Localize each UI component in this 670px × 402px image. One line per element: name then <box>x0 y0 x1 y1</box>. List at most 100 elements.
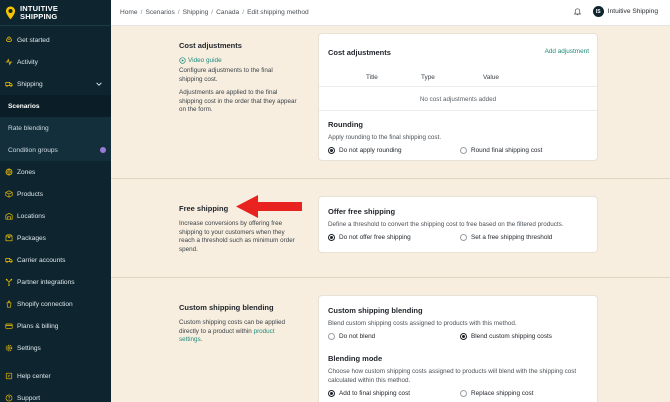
sidebar-item-label: Settings <box>17 344 41 352</box>
cost-adjustments-card: Cost adjustments Add adjustment Title Ty… <box>318 33 598 161</box>
sidebar-subitem-label: Rate blending <box>8 124 49 132</box>
radio-add-to-final-shipping-cost[interactable]: Add to final shipping cost <box>328 390 410 397</box>
column-header-type: Type <box>421 74 435 81</box>
sidebar-item-support[interactable]: Support <box>0 387 111 402</box>
section-title: Cost adjustments <box>179 41 242 50</box>
sidebar: INTUITIVE SHIPPING Get started Activity … <box>0 0 111 402</box>
bell-icon[interactable] <box>573 7 582 16</box>
chevron-down-icon[interactable] <box>95 80 103 88</box>
support-icon <box>4 394 13 402</box>
new-badge <box>100 147 106 153</box>
billing-icon <box>4 322 13 331</box>
sidebar-item-label: Packages <box>17 234 46 242</box>
breadcrumb-home[interactable]: Home <box>120 9 138 16</box>
blending-mode-title: Blending mode <box>328 354 383 363</box>
section-description-2: Adjustments are applied to the final shi… <box>179 89 297 114</box>
sidebar-item-packages[interactable]: Packages <box>0 227 111 249</box>
sidebar-item-products[interactable]: Products <box>0 183 111 205</box>
annotation-arrow-icon <box>236 195 302 218</box>
breadcrumb-current: Edit shipping method <box>247 9 309 16</box>
rocket-icon <box>4 36 13 45</box>
sidebar-item-label: Support <box>17 394 41 402</box>
sidebar-item-label: Shopify connection <box>17 300 73 308</box>
card-title: Offer free shipping <box>328 207 396 216</box>
sidebar-nav: Get started Activity Shipping Scenarios … <box>0 26 111 402</box>
sidebar-item-zones[interactable]: Zones <box>0 161 111 183</box>
help-icon <box>4 372 13 381</box>
box-icon <box>4 190 13 199</box>
section-description: Custom shipping costs can be applied dir… <box>179 319 286 344</box>
blending-mode-options: Add to final shipping cost Replace shipp… <box>328 390 590 400</box>
breadcrumb: Home / Scenarios / Shipping / Canada / Edit … <box>120 9 309 16</box>
sidebar-item-shipping[interactable]: Shipping <box>0 73 111 95</box>
sidebar-item-locations[interactable]: Locations <box>0 205 111 227</box>
sidebar-item-help-center[interactable]: Help center <box>0 365 111 387</box>
sidebar-item-label: Carrier accounts <box>17 256 66 264</box>
card-title: Custom shipping blending <box>328 306 423 315</box>
sidebar-item-label: Help center <box>17 372 51 380</box>
sidebar-item-activity[interactable]: Activity <box>0 51 111 73</box>
add-adjustment-button[interactable]: Add adjustment <box>545 48 589 55</box>
radio-replace-shipping-cost[interactable]: Replace shipping cost <box>460 390 534 397</box>
sidebar-subitem-condition-groups[interactable]: Condition groups <box>0 139 111 161</box>
rounding-subtitle: Apply rounding to the final shipping cos… <box>328 134 442 141</box>
card-subtitle: Define a threshold to convert the shippi… <box>328 221 564 228</box>
sidebar-subitem-scenarios[interactable]: Scenarios <box>0 95 111 117</box>
sidebar-item-label: Plans & billing <box>17 322 59 330</box>
free-shipping-options: Do not offer free shipping Set a free sh… <box>328 234 590 244</box>
card-subtitle: Blend custom shipping costs assigned to … <box>328 320 517 327</box>
radio-do-not-offer-free-shipping[interactable]: Do not offer free shipping <box>328 234 411 241</box>
sidebar-item-label: Locations <box>17 212 46 220</box>
card-title: Cost adjustments <box>328 48 391 57</box>
column-header-title: Title <box>366 74 378 81</box>
radio-blend-custom-shipping-costs[interactable]: Blend custom shipping costs <box>460 333 552 340</box>
radio-set-free-shipping-threshold[interactable]: Set a free shipping threshold <box>460 234 552 241</box>
activity-icon <box>4 58 13 67</box>
gear-icon <box>4 344 13 353</box>
sidebar-item-label: Get started <box>17 36 50 44</box>
logo[interactable]: INTUITIVE SHIPPING <box>0 0 111 26</box>
account-area: IS Intuitive Shipping <box>573 6 658 17</box>
warehouse-icon <box>4 212 13 221</box>
sidebar-item-get-started[interactable]: Get started <box>0 29 111 51</box>
sidebar-item-shopify-connection[interactable]: Shopify connection <box>0 293 111 315</box>
section-title: Custom shipping blending <box>179 303 274 312</box>
sidebar-item-label: Products <box>17 190 44 198</box>
radio-round-final-shipping-cost[interactable]: Round final shipping cost <box>460 147 542 154</box>
sidebar-item-plans-billing[interactable]: Plans & billing <box>0 315 111 337</box>
sidebar-subitem-label: Condition groups <box>8 146 58 154</box>
breadcrumb-canada[interactable]: Canada <box>216 9 239 16</box>
breadcrumb-shipping[interactable]: Shipping <box>183 9 209 16</box>
main-content: Cost adjustments Video guide Configure a… <box>111 27 670 402</box>
custom-shipping-blending-info: Custom shipping blending Custom shipping… <box>179 303 297 345</box>
avatar[interactable]: IS <box>592 6 604 17</box>
column-header-value: Value <box>483 74 499 81</box>
sidebar-subitem-rate-blending[interactable]: Rate blending <box>0 117 111 139</box>
radio-do-not-apply-rounding[interactable]: Do not apply rounding <box>328 147 402 154</box>
empty-state-message: No cost adjustments added <box>419 96 497 103</box>
brand-line-2: SHIPPING <box>20 11 58 21</box>
blending-options: Do not blend Blend custom shipping costs <box>328 333 590 343</box>
sidebar-item-carrier-accounts[interactable]: Carrier accounts <box>0 249 111 271</box>
section-description: Increase conversions by offering free sh… <box>179 220 295 253</box>
truck-icon <box>4 256 13 265</box>
rounding-title: Rounding <box>328 120 363 129</box>
sidebar-item-label: Activity <box>17 58 38 66</box>
sidebar-item-partner-integrations[interactable]: Partner integrations <box>0 271 111 293</box>
account-name[interactable]: Intuitive Shipping <box>608 8 658 15</box>
sidebar-subitem-label: Scenarios <box>8 102 40 110</box>
shipping-icon <box>4 80 13 89</box>
sidebar-item-label: Partner integrations <box>17 278 75 286</box>
breadcrumb-scenarios[interactable]: Scenarios <box>145 9 174 16</box>
radio-do-not-blend[interactable]: Do not blend <box>328 333 375 340</box>
video-guide-link[interactable]: Video guide <box>179 57 297 64</box>
play-circle-icon <box>179 57 186 64</box>
blending-mode-subtitle: Choose how custom shipping costs assigne… <box>328 368 577 384</box>
sidebar-item-settings[interactable]: Settings <box>0 337 111 359</box>
integration-icon <box>4 278 13 287</box>
sidebar-item-label: Shipping <box>17 80 43 88</box>
offer-free-shipping-card: Offer free shipping Define a threshold t… <box>318 196 598 253</box>
globe-icon <box>4 168 13 177</box>
sidebar-item-label: Zones <box>17 168 36 176</box>
shopify-icon <box>4 300 13 309</box>
